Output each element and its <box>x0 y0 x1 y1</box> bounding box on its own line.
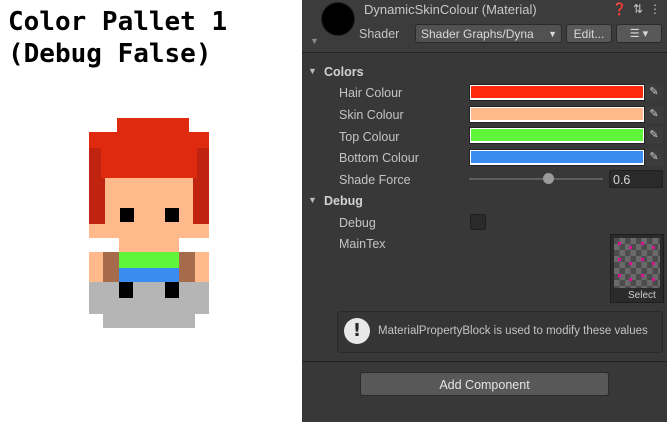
sprite-shade-right <box>179 252 195 282</box>
header-icons: ❓ ⇅ ⋮ <box>606 2 661 16</box>
material-preview-icon[interactable] <box>321 2 355 36</box>
sprite-shade-left <box>103 252 119 282</box>
divider <box>302 361 667 362</box>
skin-colour-field[interactable] <box>469 106 645 123</box>
texture-thumbnail <box>614 238 660 288</box>
add-component-button[interactable]: Add Component <box>360 372 609 396</box>
texture-select-button[interactable]: Select <box>628 290 656 301</box>
caption-line-2: (Debug False) <box>8 39 212 69</box>
sprite-hair-side-r <box>177 148 197 178</box>
texture-dot <box>652 278 655 281</box>
foldout-arrow-icon: ▼ <box>308 66 317 76</box>
more-icon[interactable]: ⋮ <box>649 2 661 16</box>
eyedropper-icon[interactable]: ✎ <box>645 84 663 101</box>
shade-force-input[interactable]: 0.6 <box>609 170 663 188</box>
material-inspector: ▼ DynamicSkinColour (Material) ❓ ⇅ ⋮ Shade… <box>302 0 667 422</box>
shader-dropdown[interactable]: Shader Graphs/Dyna ▼ <box>415 24 562 43</box>
foldout-arrow-icon: ▼ <box>308 195 317 205</box>
debug-section-label: Debug <box>324 194 363 208</box>
skin-colour-swatch <box>471 108 643 120</box>
debug-foldout[interactable]: ▼ Debug <box>308 194 363 208</box>
sprite-belt-left <box>119 282 133 298</box>
sprite-neck <box>119 238 179 252</box>
sprite-bottom <box>119 268 179 282</box>
sprite-pants-lower <box>103 314 195 328</box>
texture-dot <box>652 246 655 249</box>
bottom-colour-swatch <box>471 151 643 163</box>
top-colour-swatch <box>471 129 643 141</box>
caption-line-1: Color Pallet 1 <box>8 7 228 37</box>
bottom-colour-label: Bottom Colour <box>339 151 419 165</box>
chevron-down-icon: ▼ <box>548 29 557 39</box>
shade-force-slider-knob[interactable] <box>543 173 554 184</box>
sprite-pants <box>89 282 209 314</box>
skin-colour-label: Skin Colour <box>339 108 404 122</box>
info-helpbox: ! MaterialPropertyBlock is used to modif… <box>337 311 663 353</box>
texture-dot <box>629 278 632 281</box>
help-icon[interactable]: ❓ <box>612 2 627 16</box>
texture-dot <box>641 242 644 245</box>
sprite-hair-band <box>89 132 209 148</box>
hair-colour-field[interactable] <box>469 84 645 101</box>
sprite-face-side-r <box>193 224 209 238</box>
info-text: MaterialPropertyBlock is used to modify … <box>378 325 648 337</box>
top-colour-label: Top Colour <box>339 130 400 144</box>
debug-checkbox[interactable] <box>470 214 486 230</box>
top-colour-field[interactable] <box>469 127 645 144</box>
texture-dot <box>641 274 644 277</box>
edit-shader-button[interactable]: Edit... <box>566 24 612 43</box>
shade-force-slider-track[interactable] <box>469 178 603 180</box>
sprite-belt-right <box>165 282 179 298</box>
sprite-face <box>105 178 193 238</box>
sprite-eye-right <box>165 208 179 222</box>
shader-dropdown-value: Shader Graphs/Dyna <box>421 27 534 41</box>
caption: Color Pallet 1 (Debug False) <box>8 6 227 70</box>
texture-dot <box>652 262 655 265</box>
colors-section-label: Colors <box>324 65 364 79</box>
eyedropper-icon[interactable]: ✎ <box>645 127 663 144</box>
maintex-label: MainTex <box>339 237 386 251</box>
foldout-arrow-icon[interactable]: ▼ <box>310 36 319 46</box>
inspector-header: ▼ DynamicSkinColour (Material) ❓ ⇅ ⋮ Shade… <box>302 0 667 53</box>
debug-label: Debug <box>339 216 376 230</box>
texture-dot <box>629 262 632 265</box>
shader-label: Shader <box>359 27 400 41</box>
eyedropper-icon[interactable]: ✎ <box>645 149 663 166</box>
texture-dot <box>618 274 621 277</box>
hair-colour-label: Hair Colour <box>339 86 403 100</box>
sprite-eye-left <box>120 208 134 222</box>
texture-dot <box>641 258 644 261</box>
info-icon: ! <box>344 318 370 344</box>
hair-colour-swatch <box>471 86 643 98</box>
shade-force-label: Shade Force <box>339 173 411 187</box>
character-sprite <box>89 118 209 328</box>
sprite-arm-right <box>195 252 209 282</box>
preset-icon[interactable]: ⇅ <box>633 2 643 16</box>
sprite-hair-mid <box>117 148 177 178</box>
sprite-face-side-l <box>89 224 105 238</box>
material-title: DynamicSkinColour (Material) <box>364 2 537 17</box>
bottom-colour-field[interactable] <box>469 149 645 166</box>
texture-dot <box>618 242 621 245</box>
texture-dot <box>618 258 621 261</box>
maintex-slot[interactable]: Select <box>610 234 664 303</box>
sprite-top <box>119 252 179 268</box>
texture-dot <box>629 246 632 249</box>
colors-foldout[interactable]: ▼ Colors <box>308 65 364 79</box>
eyedropper-icon[interactable]: ✎ <box>645 106 663 123</box>
sprite-arm-left <box>89 252 103 282</box>
list-menu-button[interactable]: ☰ ▾ <box>616 24 662 43</box>
